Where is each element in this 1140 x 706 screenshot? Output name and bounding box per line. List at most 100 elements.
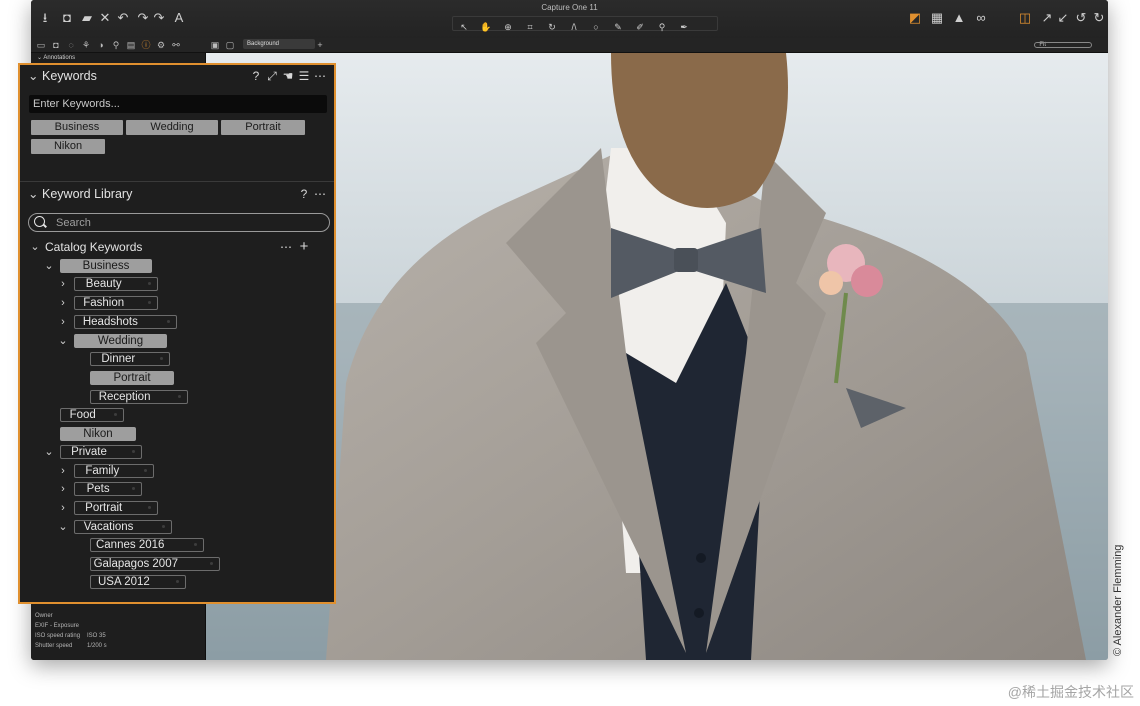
metadata-tab-icon[interactable]: ⓘ xyxy=(140,39,152,51)
rotate-tool-icon[interactable]: ↻ xyxy=(541,21,563,34)
keyword-node-business[interactable]: Business xyxy=(60,259,152,273)
chevron-right-icon[interactable]: › xyxy=(58,277,68,291)
image-viewer[interactable] xyxy=(206,53,1108,660)
more-icon[interactable]: ⋯ xyxy=(312,68,328,84)
keyword-node-dinner[interactable]: Dinner xyxy=(90,352,170,366)
chevron-down-icon[interactable]: ⌄ xyxy=(44,445,54,459)
add-keyword-icon[interactable]: + xyxy=(296,239,312,255)
keywords-title: Keywords xyxy=(42,69,97,83)
crop-tool-icon[interactable]: ⌗ xyxy=(519,21,541,34)
chevron-right-icon[interactable]: › xyxy=(58,501,68,515)
keyword-node-pets[interactable]: Pets xyxy=(74,482,142,496)
keystone-tool-icon[interactable]: /\ xyxy=(563,21,585,34)
pan-tool-icon[interactable]: ✋ xyxy=(475,21,497,34)
output-tab-icon[interactable]: ⚙ xyxy=(155,39,167,51)
chevron-down-icon[interactable]: ⌄ xyxy=(44,259,54,273)
keyword-node-private[interactable]: Private xyxy=(60,445,142,459)
keyword-chip[interactable]: Nikon xyxy=(31,139,105,154)
chevron-down-icon[interactable]: ⌄ xyxy=(28,68,42,84)
zoom-tool-icon[interactable]: ⊕ xyxy=(497,21,519,34)
lens-tab-icon[interactable]: ◌ xyxy=(65,39,77,51)
undo-icon[interactable]: ↶ xyxy=(115,10,131,26)
background-select[interactable]: Background xyxy=(243,39,315,49)
keyword-node-galapagos-2007[interactable]: Galapagos 2007 xyxy=(90,557,220,571)
keyword-entry-input[interactable] xyxy=(29,95,327,113)
keyword-node-usa-2012[interactable]: USA 2012 xyxy=(90,575,186,589)
keyword-node-reception[interactable]: Reception xyxy=(90,390,188,404)
chevron-right-icon[interactable]: › xyxy=(58,482,68,496)
photo-credit: © Alexander Flemming xyxy=(1112,544,1124,656)
keyword-search-field[interactable] xyxy=(28,213,330,232)
exposure-tab-icon[interactable]: ◑ xyxy=(95,39,107,51)
keyword-node-portrait-private[interactable]: Portrait xyxy=(74,501,158,515)
delete-icon[interactable]: ✕ xyxy=(97,10,113,26)
camera-icon[interactable]: ◘ xyxy=(59,10,75,26)
redo-icon[interactable]: ↷ xyxy=(151,10,167,26)
select-tool-icon[interactable]: ↖ xyxy=(453,21,475,34)
keyword-chip[interactable]: Wedding xyxy=(126,120,218,135)
chevron-right-icon[interactable]: › xyxy=(58,464,68,478)
keyword-node-vacations[interactable]: Vacations xyxy=(74,520,172,534)
text-icon[interactable]: A xyxy=(171,10,187,26)
keyword-node-wedding[interactable]: Wedding xyxy=(74,334,167,348)
batch-tab-icon[interactable]: ⚯ xyxy=(170,39,182,51)
grid-icon[interactable]: ▦ xyxy=(929,10,945,26)
local-tab-icon[interactable]: ▤ xyxy=(125,39,137,51)
picker-tool-icon[interactable]: ⚲ xyxy=(651,21,673,34)
details-tab-icon[interactable]: ⚲ xyxy=(110,39,122,51)
keyword-node-portrait[interactable]: Portrait xyxy=(90,371,174,385)
chevron-down-icon[interactable]: ⌄ xyxy=(58,334,68,348)
keyword-search-input[interactable] xyxy=(56,215,306,230)
keyword-chip[interactable]: Business xyxy=(31,120,123,135)
apply-icon[interactable]: ↗ xyxy=(1039,10,1055,26)
import-icon[interactable]: ⭳ xyxy=(37,10,53,26)
expand-icon[interactable]: ⤢ xyxy=(264,68,280,84)
catalog-keywords-label[interactable]: Catalog Keywords xyxy=(45,240,142,254)
viewer-toggle-icon[interactable]: ▣ xyxy=(209,39,221,51)
glasses-icon[interactable]: ∞ xyxy=(973,10,989,26)
keywords-header[interactable]: ⌄ Keywords xyxy=(28,68,97,84)
menu-icon[interactable]: ☰ xyxy=(296,68,312,84)
chevron-down-icon[interactable]: ⌄ xyxy=(58,520,68,534)
copy-icon[interactable]: ↙ xyxy=(1055,10,1071,26)
annotate-tool-icon[interactable]: ✒ xyxy=(673,21,695,34)
keyword-node-beauty[interactable]: Beauty xyxy=(74,277,158,291)
keywords-overlay-panel: ⌄Keywords ? ⤢ ☚ ☰ ⋯ Business Wedding Por… xyxy=(18,63,336,604)
zoom-slider[interactable] xyxy=(1034,42,1092,48)
keyword-node-cannes-2016[interactable]: Cannes 2016 xyxy=(90,538,204,552)
meta-section-exposure[interactable]: EXIF - Exposure xyxy=(35,623,87,629)
keyword-chip[interactable]: Portrait xyxy=(221,120,305,135)
chevron-down-icon[interactable]: ⌄ xyxy=(30,240,40,254)
rotate-left-icon[interactable]: ↺ xyxy=(1073,10,1089,26)
redo-back-icon[interactable]: ↷ xyxy=(135,10,151,26)
annotations-header[interactable]: ⌄ Annotations xyxy=(37,54,75,61)
color-tab-icon[interactable]: ⚘ xyxy=(80,39,92,51)
help-icon[interactable]: ? xyxy=(248,68,264,84)
keyword-node-nikon[interactable]: Nikon xyxy=(60,427,136,441)
keyword-library-title: Keyword Library xyxy=(42,187,133,201)
chevron-down-icon[interactable]: ⌄ xyxy=(28,186,42,202)
keyword-node-fashion[interactable]: Fashion xyxy=(74,296,158,310)
exposure-warning-icon[interactable]: ◩ xyxy=(907,10,923,26)
keyword-library-header[interactable]: ⌄ Keyword Library xyxy=(28,186,132,202)
alert-icon[interactable]: ▲ xyxy=(951,10,967,26)
grid-view-icon[interactable]: ▢ xyxy=(224,39,236,51)
add-icon[interactable]: + xyxy=(314,39,326,51)
library-tab-icon[interactable]: ▭ xyxy=(35,39,47,51)
circle-tool-icon[interactable]: ○ xyxy=(585,21,607,34)
rotate-right-icon[interactable]: ↻ xyxy=(1091,10,1107,26)
chevron-right-icon[interactable]: › xyxy=(58,296,68,310)
copy-adjustments-icon[interactable]: ◫ xyxy=(1017,10,1033,26)
keyword-node-food[interactable]: Food xyxy=(60,408,124,422)
brush-tool-icon[interactable]: ✎ xyxy=(607,21,629,34)
keyword-node-family[interactable]: Family xyxy=(74,464,154,478)
eraser-tool-icon[interactable]: ✐ xyxy=(629,21,651,34)
chevron-right-icon[interactable]: › xyxy=(58,315,68,329)
help-icon[interactable]: ? xyxy=(296,186,312,202)
hand-icon[interactable]: ☚ xyxy=(280,68,296,84)
capture-tab-icon[interactable]: ◘ xyxy=(50,39,62,51)
keyword-node-headshots[interactable]: Headshots xyxy=(74,315,177,329)
more-icon[interactable]: ⋯ xyxy=(312,186,328,202)
more-icon[interactable]: ⋯ xyxy=(278,239,294,255)
folder-icon[interactable]: ▰ xyxy=(79,10,95,26)
